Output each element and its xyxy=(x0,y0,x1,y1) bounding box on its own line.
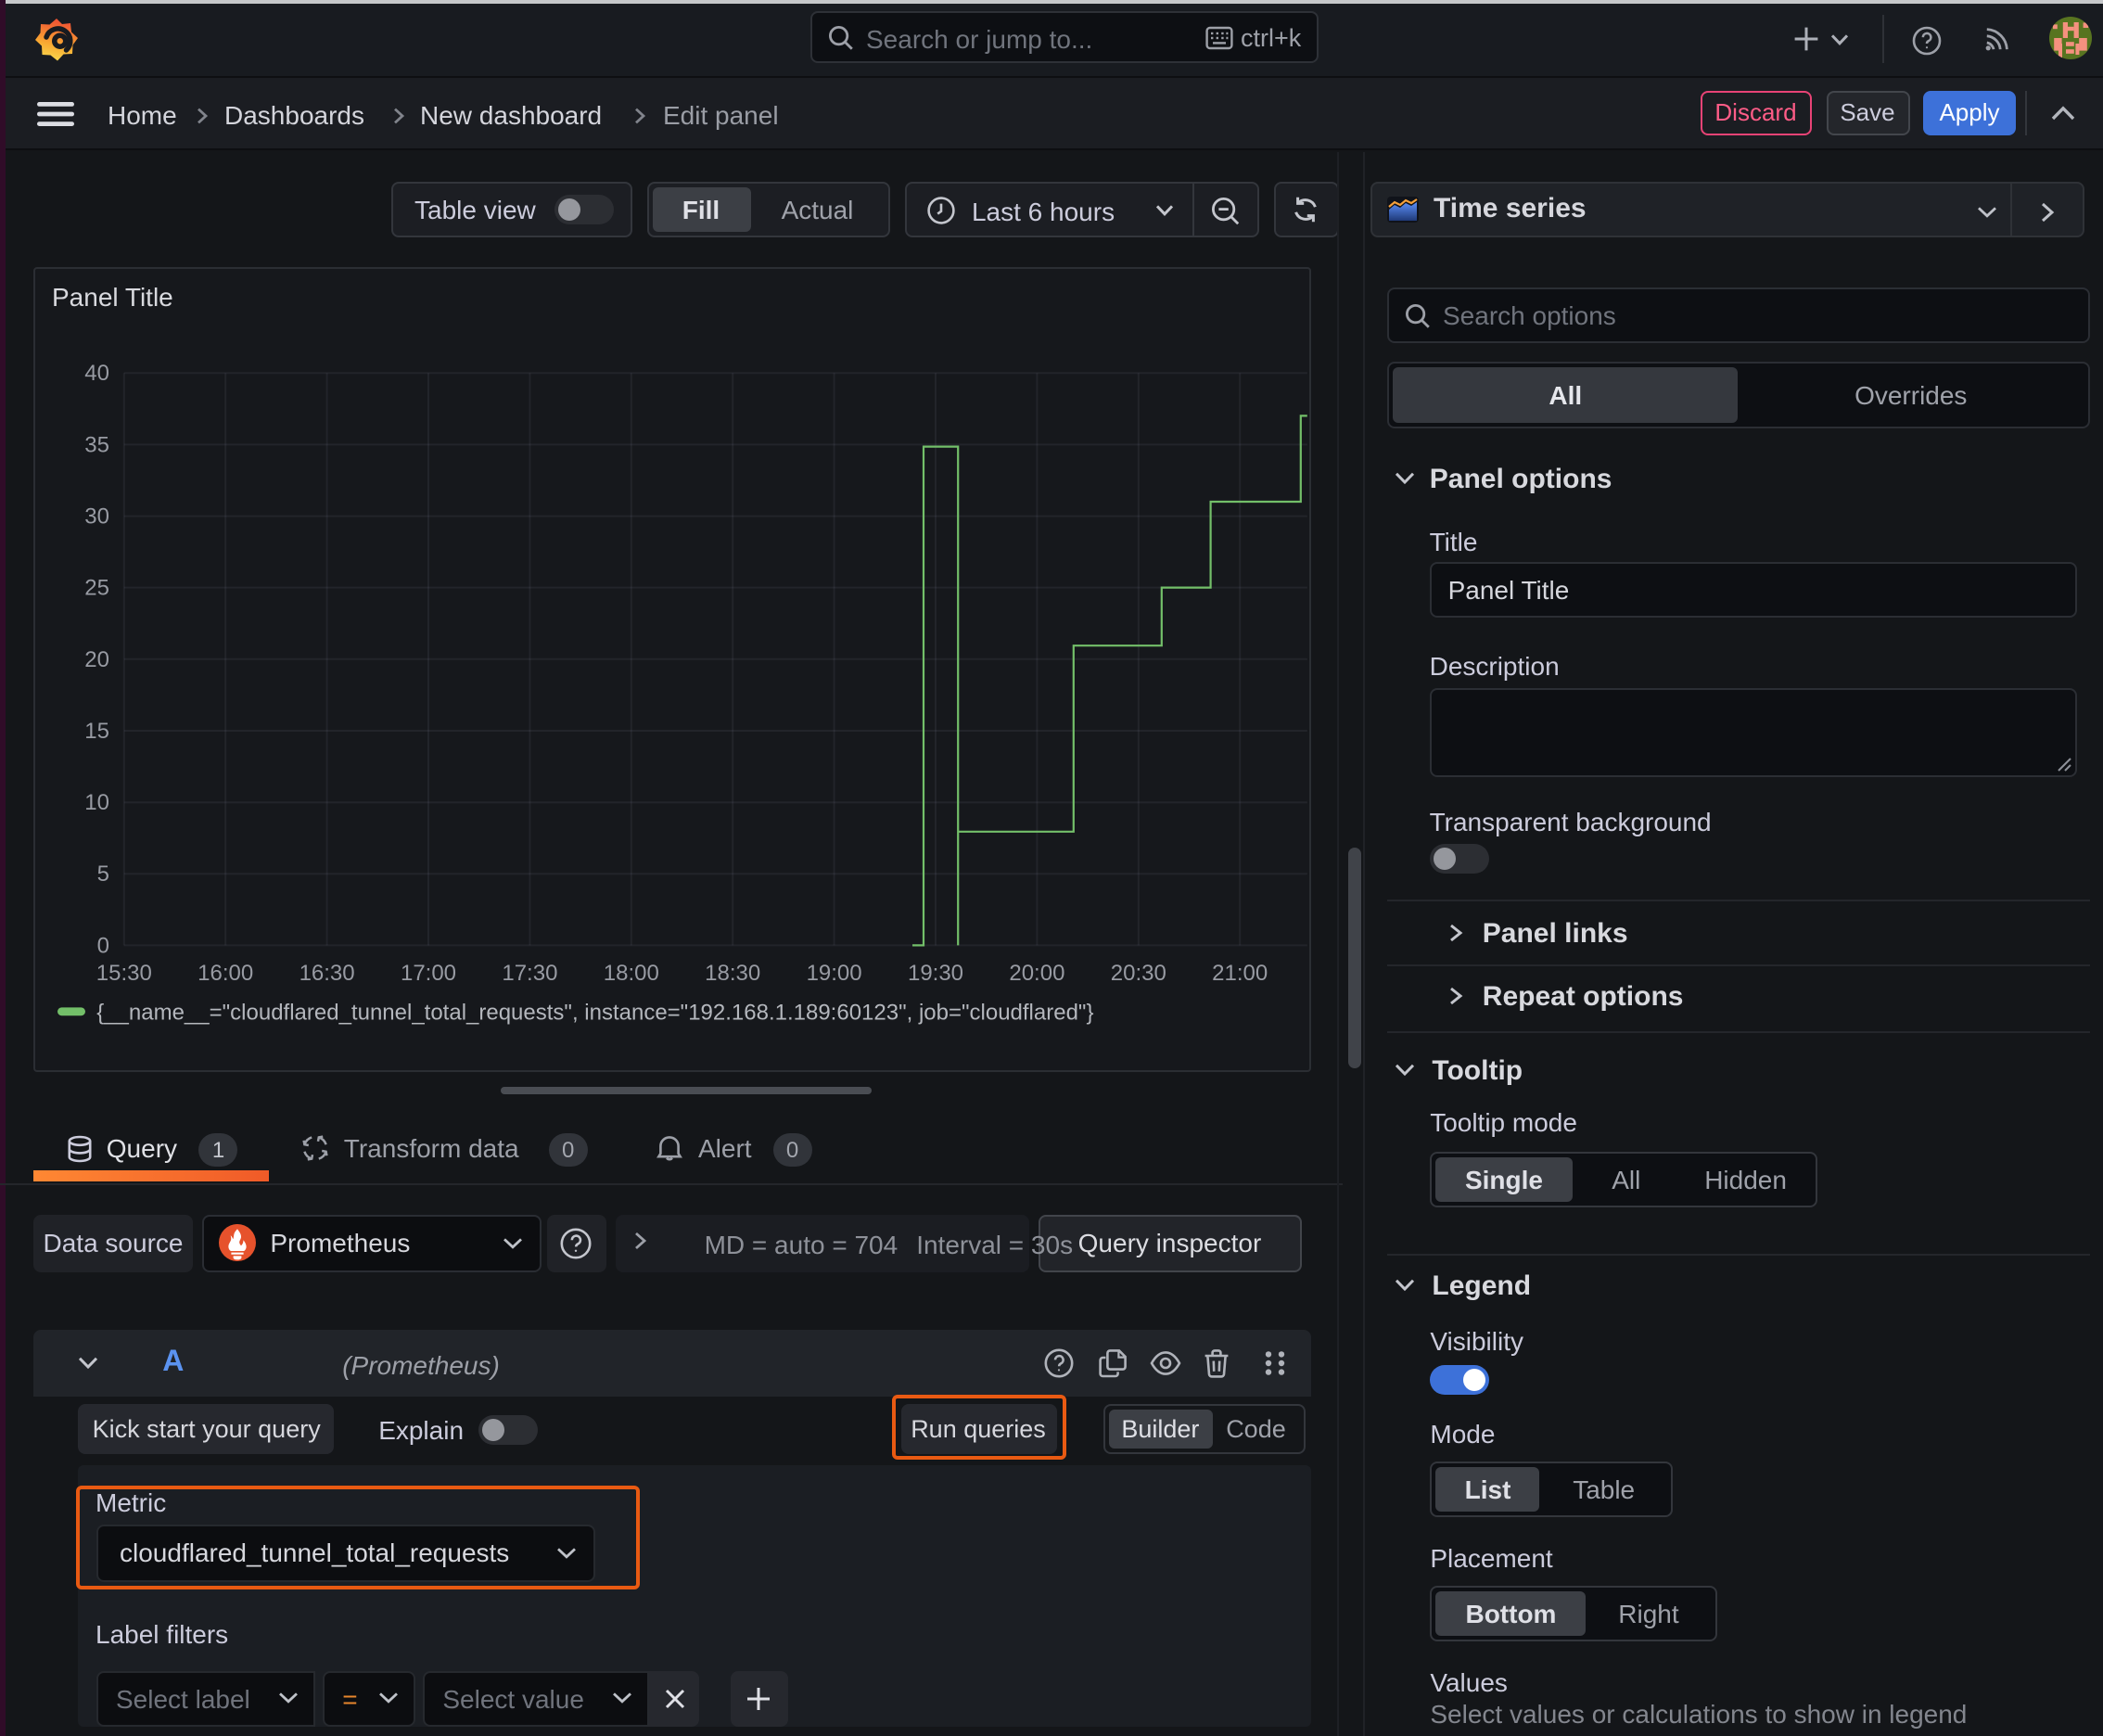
svg-text:15:30: 15:30 xyxy=(96,960,152,985)
svg-text:17:00: 17:00 xyxy=(401,960,456,985)
svg-text:{__name__="cloudflared_tunnel_: {__name__="cloudflared_tunnel_total_requ… xyxy=(96,1000,1093,1025)
svg-text:16:30: 16:30 xyxy=(300,960,355,985)
svg-text:19:30: 19:30 xyxy=(908,960,963,985)
svg-text:30: 30 xyxy=(84,504,109,529)
svg-text:25: 25 xyxy=(84,575,109,600)
svg-text:18:00: 18:00 xyxy=(604,960,659,985)
svg-text:35: 35 xyxy=(84,431,109,456)
svg-text:0: 0 xyxy=(97,932,109,957)
svg-text:20:30: 20:30 xyxy=(1111,960,1166,985)
svg-text:21:00: 21:00 xyxy=(1212,960,1268,985)
svg-text:15: 15 xyxy=(84,718,109,743)
svg-text:20:00: 20:00 xyxy=(1009,960,1064,985)
svg-text:20: 20 xyxy=(84,646,109,671)
svg-text:5: 5 xyxy=(97,861,109,886)
svg-text:18:30: 18:30 xyxy=(705,960,760,985)
svg-text:17:30: 17:30 xyxy=(502,960,557,985)
svg-text:40: 40 xyxy=(84,360,109,385)
svg-text:16:00: 16:00 xyxy=(198,960,253,985)
svg-text:10: 10 xyxy=(84,789,109,814)
svg-text:19:00: 19:00 xyxy=(807,960,862,985)
